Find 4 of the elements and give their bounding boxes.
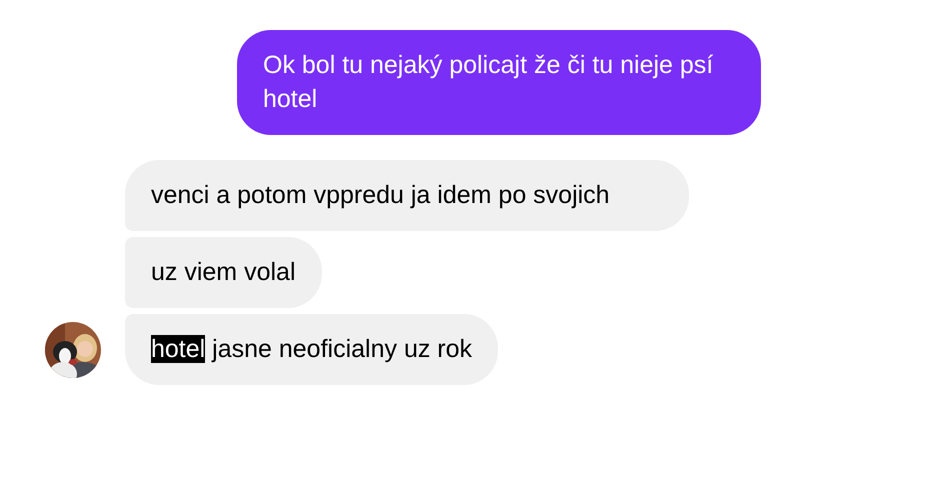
message-text: venci a potom vppredu ja idem po svojich — [151, 181, 610, 209]
message-text: hotel jasne neoficialny uz rok — [151, 335, 472, 363]
message-text: uz viem volal — [151, 258, 296, 286]
message-text: Ok bol tu nejaký policajt že či tu nieje psí hotel — [263, 51, 714, 113]
